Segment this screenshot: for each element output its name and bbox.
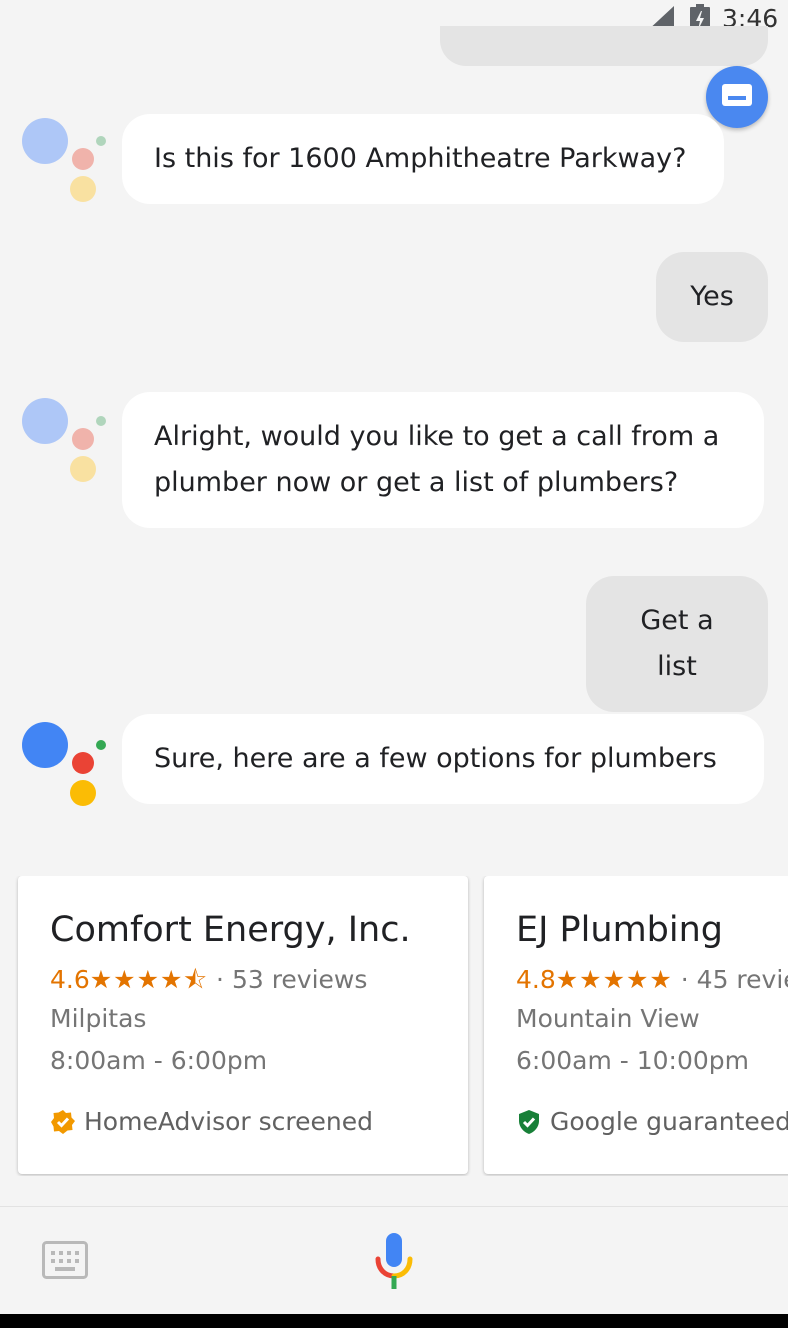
user-message: Get a list <box>586 576 768 712</box>
review-count: · 53 reviews <box>216 965 368 994</box>
mic-icon[interactable] <box>374 1233 414 1291</box>
badge-check-icon <box>51 1110 75 1134</box>
input-bar <box>0 1206 788 1315</box>
user-message: Yes <box>656 252 768 342</box>
assistant-message: Is this for 1600 Amphitheatre Parkway? <box>122 114 724 204</box>
results-carousel[interactable]: Comfort Energy, Inc. 4.6★★★★⯪ · 53 revie… <box>0 876 788 1176</box>
shield-check-icon <box>519 1110 539 1134</box>
review-count: · 45 reviews <box>680 965 788 994</box>
navigation-bar <box>0 1314 788 1328</box>
rating-value: 4.6 <box>50 965 90 994</box>
assistant-message: Alright, would you like to get a call fr… <box>122 392 764 528</box>
business-hours: 8:00am - 6:00pm <box>50 1046 268 1075</box>
business-name: Comfort Energy, Inc. <box>50 910 411 950</box>
keyboard-toggle-button[interactable] <box>706 66 768 128</box>
business-name: EJ Plumbing <box>516 910 724 950</box>
rating-line: 4.8★★★★★ · 45 reviews <box>516 962 788 998</box>
assistant-avatar <box>22 118 112 208</box>
business-location: Mountain View <box>516 1004 700 1033</box>
assistant-avatar <box>22 722 112 812</box>
badge-label: Google guaranteed <box>550 1107 788 1136</box>
keyboard-icon <box>722 84 752 106</box>
business-hours: 6:00am - 10:00pm <box>516 1046 749 1075</box>
assistant-message: Sure, here are a few options for plumber… <box>122 714 764 804</box>
previous-message-bubble <box>440 26 768 66</box>
business-badge: Google guaranteed <box>516 1104 788 1140</box>
assistant-avatar <box>22 398 112 488</box>
business-badge: HomeAdvisor screened <box>50 1104 436 1140</box>
star-rating-icon: ★★★★⯪ <box>89 965 209 994</box>
business-card[interactable]: Comfort Energy, Inc. 4.6★★★★⯪ · 53 revie… <box>18 876 468 1174</box>
business-card[interactable]: EJ Plumbing 4.8★★★★★ · 45 reviews Mounta… <box>484 876 788 1174</box>
rating-line: 4.6★★★★⯪ · 53 reviews <box>50 962 436 998</box>
rating-value: 4.8 <box>516 965 556 994</box>
badge-label: HomeAdvisor screened <box>84 1107 374 1136</box>
star-rating-icon: ★★★★★ <box>555 965 673 994</box>
business-location: Milpitas <box>50 1004 147 1033</box>
keyboard-icon[interactable] <box>42 1241 88 1279</box>
